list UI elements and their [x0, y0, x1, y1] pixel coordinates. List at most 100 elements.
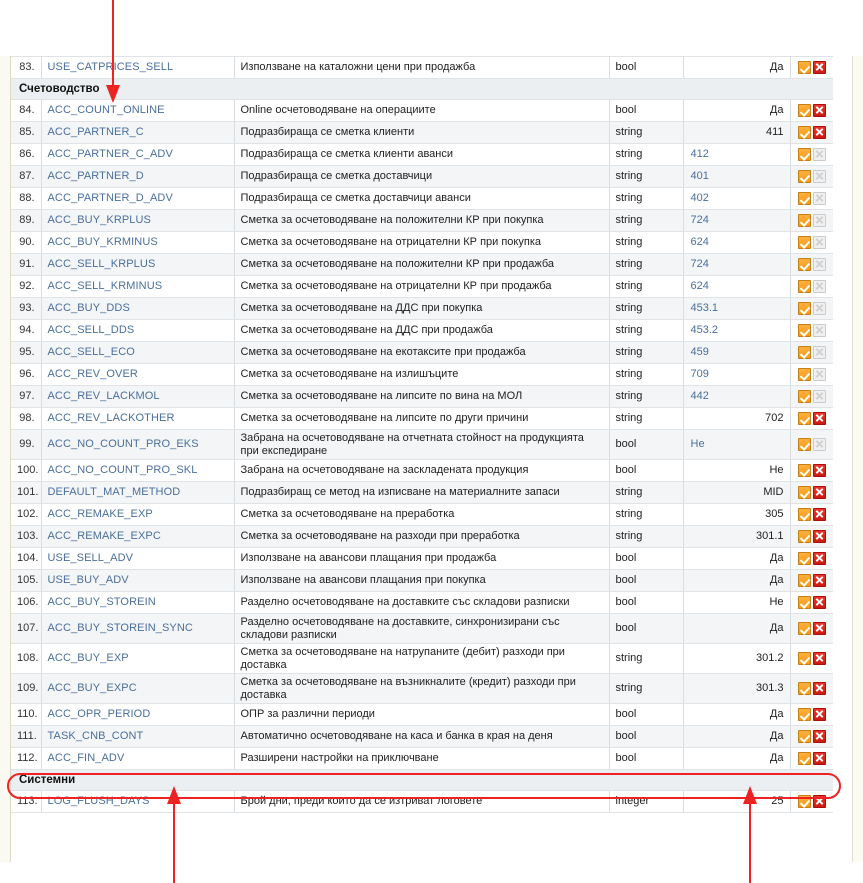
checkbox-checked-icon[interactable] [797, 595, 811, 609]
setting-key-link[interactable]: ACC_REMAKE_EXPC [41, 525, 235, 548]
setting-key-link[interactable]: ACC_SELL_DDS [41, 319, 235, 342]
delete-x-icon[interactable] [812, 794, 826, 808]
setting-key-link[interactable]: DEFAULT_MAT_METHOD [41, 481, 235, 504]
checkbox-checked-icon[interactable] [797, 485, 811, 499]
setting-key-link[interactable]: ACC_BUY_KRMINUS [41, 231, 235, 254]
setting-value[interactable]: 301.2 [683, 643, 791, 674]
table-row[interactable]: 92. ACC_SELL_KRMINUS Сметка за осчетоводяв… [11, 275, 833, 298]
delete-x-icon[interactable] [812, 529, 826, 543]
checkbox-checked-icon[interactable] [797, 573, 811, 587]
table-row[interactable]: 84. ACC_COUNT_ONLINE Online осчетоводяване… [11, 99, 833, 122]
setting-key-link[interactable]: ACC_FIN_ADV [41, 747, 235, 770]
table-row[interactable]: 94. ACC_SELL_DDS Сметка за осчетоводяване … [11, 319, 833, 342]
checkbox-checked-icon[interactable] [797, 707, 811, 721]
setting-value[interactable]: 402 [683, 187, 791, 210]
checkbox-checked-icon[interactable] [797, 169, 811, 183]
setting-value[interactable]: 411 [683, 121, 791, 144]
checkbox-checked-icon[interactable] [797, 729, 811, 743]
table-row[interactable]: 96. ACC_REV_OVER Сметка за осчетоводяване … [11, 363, 833, 386]
setting-value[interactable]: 624 [683, 231, 791, 254]
checkbox-checked-icon[interactable] [797, 621, 811, 635]
table-row[interactable]: 113. LOG_FLUSH_DAYS Брой дни, преди които … [11, 790, 833, 813]
table-row[interactable]: 90. ACC_BUY_KRMINUS Сметка за осчетоводява… [11, 231, 833, 254]
setting-value[interactable]: Не [683, 459, 791, 482]
setting-key-link[interactable]: TASK_CNB_CONT [41, 725, 235, 748]
setting-value[interactable]: Да [683, 569, 791, 592]
checkbox-checked-icon[interactable] [797, 235, 811, 249]
table-row[interactable]: 112. ACC_FIN_ADV Разширени настройки на пр… [11, 747, 833, 770]
setting-value[interactable]: Да [683, 613, 791, 644]
setting-value[interactable]: Да [683, 56, 791, 79]
checkbox-checked-icon[interactable] [797, 681, 811, 695]
setting-key-link[interactable]: ACC_REV_LACKMOL [41, 385, 235, 408]
setting-key-link[interactable]: ACC_NO_COUNT_PRO_SKL [41, 459, 235, 482]
setting-value[interactable]: 301.3 [683, 673, 791, 704]
setting-value[interactable]: 25 [683, 790, 791, 813]
checkbox-checked-icon[interactable] [797, 463, 811, 477]
setting-key-link[interactable]: ACC_BUY_STOREIN [41, 591, 235, 614]
checkbox-checked-icon[interactable] [797, 345, 811, 359]
table-row[interactable]: 97. ACC_REV_LACKMOL Сметка за осчетоводява… [11, 385, 833, 408]
setting-key-link[interactable]: ACC_SELL_KRMINUS [41, 275, 235, 298]
table-row[interactable]: 85. ACC_PARTNER_C Подразбираща се сметка к… [11, 121, 833, 144]
delete-x-icon[interactable] [812, 573, 826, 587]
setting-value[interactable]: Да [683, 747, 791, 770]
delete-x-icon[interactable] [812, 60, 826, 74]
table-row[interactable]: 95. ACC_SELL_ECO Сметка за осчетоводяване … [11, 341, 833, 364]
delete-x-icon[interactable] [812, 507, 826, 521]
delete-x-icon[interactable] [812, 411, 826, 425]
checkbox-checked-icon[interactable] [797, 213, 811, 227]
table-row[interactable]: 110. ACC_OPR_PERIOD ОПР за различни период… [11, 703, 833, 726]
checkbox-checked-icon[interactable] [797, 551, 811, 565]
delete-x-icon[interactable] [812, 551, 826, 565]
checkbox-checked-icon[interactable] [797, 60, 811, 74]
checkbox-checked-icon[interactable] [797, 437, 811, 451]
checkbox-checked-icon[interactable] [797, 257, 811, 271]
table-row[interactable]: 98. ACC_REV_LACKOTHER Сметка за осчетоводя… [11, 407, 833, 430]
checkbox-checked-icon[interactable] [797, 529, 811, 543]
setting-key-link[interactable]: ACC_BUY_DDS [41, 297, 235, 320]
setting-value[interactable]: 709 [683, 363, 791, 386]
table-row[interactable]: 105. USE_BUY_ADV Използване на авансови пл… [11, 569, 833, 592]
delete-x-icon[interactable] [812, 125, 826, 139]
setting-value[interactable]: Да [683, 725, 791, 748]
setting-key-link[interactable]: ACC_OPR_PERIOD [41, 703, 235, 726]
setting-value[interactable]: 412 [683, 143, 791, 166]
delete-x-icon[interactable] [812, 707, 826, 721]
setting-key-link[interactable]: USE_CATPRICES_SELL [41, 56, 235, 79]
delete-x-icon[interactable] [812, 651, 826, 665]
delete-x-icon[interactable] [812, 621, 826, 635]
delete-x-icon[interactable] [812, 463, 826, 477]
setting-key-link[interactable]: ACC_PARTNER_C [41, 121, 235, 144]
table-row[interactable]: 104. USE_SELL_ADV Използване на авансови п… [11, 547, 833, 570]
setting-value[interactable]: Не [683, 591, 791, 614]
table-row[interactable]: 83. USE_CATPRICES_SELL Използване на катал… [11, 56, 833, 79]
table-row[interactable]: 91. ACC_SELL_KRPLUS Сметка за осчетоводява… [11, 253, 833, 276]
table-row[interactable]: 109. ACC_BUY_EXPC Сметка за осчетоводяване… [11, 673, 833, 704]
setting-value[interactable]: 401 [683, 165, 791, 188]
table-row[interactable]: 93. ACC_BUY_DDS Сметка за осчетоводяване н… [11, 297, 833, 320]
checkbox-checked-icon[interactable] [797, 751, 811, 765]
checkbox-checked-icon[interactable] [797, 323, 811, 337]
checkbox-checked-icon[interactable] [797, 103, 811, 117]
setting-key-link[interactable]: ACC_PARTNER_D_ADV [41, 187, 235, 210]
checkbox-checked-icon[interactable] [797, 279, 811, 293]
setting-key-link[interactable]: ACC_SELL_KRPLUS [41, 253, 235, 276]
delete-x-icon[interactable] [812, 729, 826, 743]
checkbox-checked-icon[interactable] [797, 794, 811, 808]
delete-x-icon[interactable] [812, 485, 826, 499]
setting-value[interactable]: 453.2 [683, 319, 791, 342]
delete-x-icon[interactable] [812, 595, 826, 609]
setting-value[interactable]: 724 [683, 209, 791, 232]
setting-value[interactable]: 442 [683, 385, 791, 408]
setting-key-link[interactable]: ACC_SELL_ECO [41, 341, 235, 364]
setting-value[interactable]: 724 [683, 253, 791, 276]
setting-value[interactable]: MID [683, 481, 791, 504]
setting-value[interactable]: Да [683, 703, 791, 726]
setting-value[interactable]: 702 [683, 407, 791, 430]
table-row[interactable]: 89. ACC_BUY_KRPLUS Сметка за осчетоводяван… [11, 209, 833, 232]
setting-key-link[interactable]: ACC_PARTNER_C_ADV [41, 143, 235, 166]
table-row[interactable]: 101. DEFAULT_MAT_METHOD Подразбиращ се мет… [11, 481, 833, 504]
setting-key-link[interactable]: ACC_REV_LACKOTHER [41, 407, 235, 430]
setting-key-link[interactable]: USE_SELL_ADV [41, 547, 235, 570]
